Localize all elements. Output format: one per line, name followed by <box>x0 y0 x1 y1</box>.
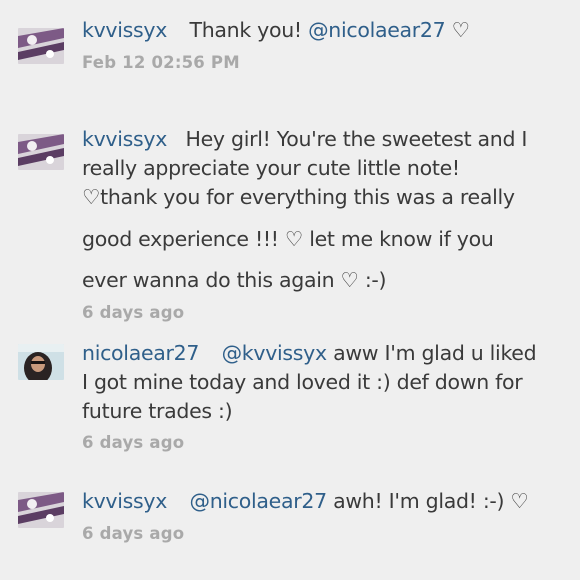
comment-text: Thank you! <box>189 18 309 42</box>
avatar[interactable] <box>18 492 64 528</box>
comment-timestamp: 6 days ago <box>82 433 185 452</box>
comment-text: ♡ <box>445 18 470 42</box>
avatar[interactable] <box>18 134 64 170</box>
avatar-kvvissyx-image <box>18 28 64 64</box>
comment-text: good experience !!! ♡ let me know if you <box>82 227 494 251</box>
avatar-kvvissyx-image <box>18 492 64 528</box>
comment-text: aww I'm glad u liked <box>333 341 537 365</box>
mention-link[interactable]: @nicolaear27 <box>190 489 328 513</box>
comment-timestamp: 6 days ago <box>82 303 185 322</box>
comment-timestamp: Feb 12 02:56 PM <box>82 53 240 72</box>
comment-text: I got mine today and loved it :) def dow… <box>82 370 523 394</box>
comment-username[interactable]: kvvissyx <box>82 489 167 513</box>
comment-username[interactable]: kvvissyx <box>82 127 167 151</box>
avatar[interactable] <box>18 344 64 380</box>
comment-timestamp: 6 days ago <box>82 524 185 543</box>
comment-text: really appreciate your cute little note! <box>82 156 460 180</box>
avatar-nicolaear27-image <box>18 344 64 380</box>
comment-username[interactable]: kvvissyx <box>82 18 167 42</box>
mention-link[interactable]: @kvvissyx <box>222 341 328 365</box>
comment-username[interactable]: nicolaear27 <box>82 341 199 365</box>
comment-text: Hey girl! You're the sweetest and I <box>185 127 528 151</box>
avatar-kvvissyx-image <box>18 134 64 170</box>
avatar[interactable] <box>18 28 64 64</box>
comment-text: ever wanna do this again ♡ :-) <box>82 268 387 292</box>
mention-link[interactable]: @nicolaear27 <box>308 18 446 42</box>
comment-text: ♡thank you for everything this was a rea… <box>82 185 515 209</box>
comment-text: awh! I'm glad! :-) ♡ <box>333 489 529 513</box>
comment-text: future trades :) <box>82 399 233 423</box>
